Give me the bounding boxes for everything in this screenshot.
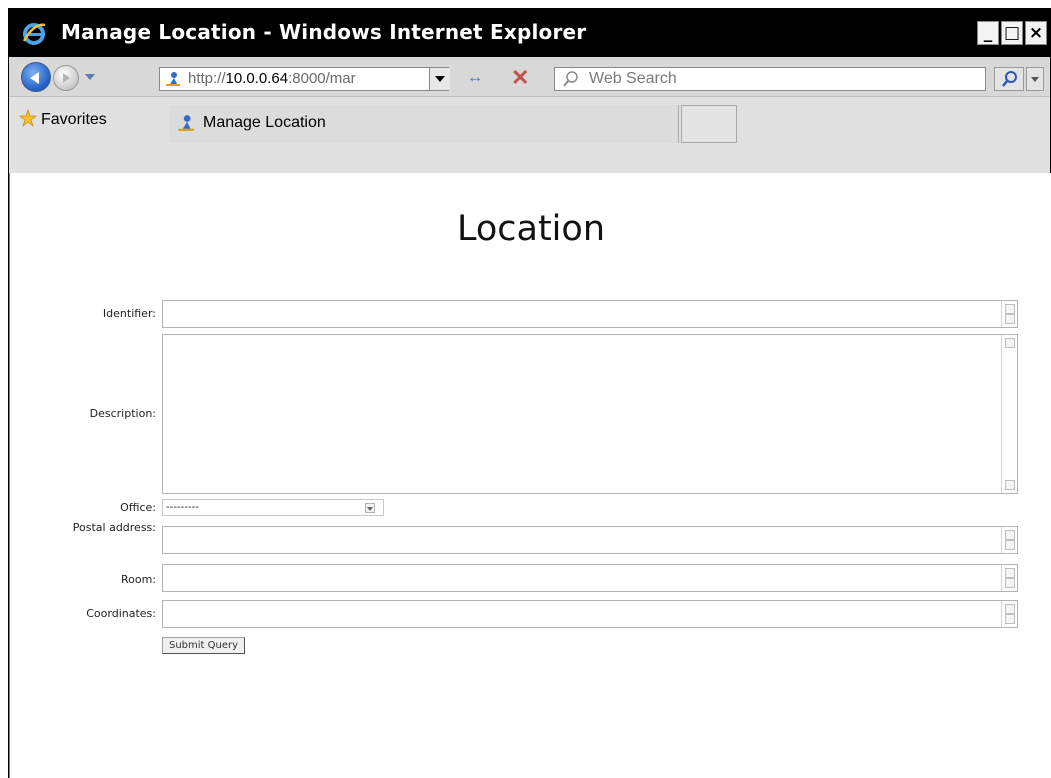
page-content: Location Identifier: Description: Office…	[9, 173, 1051, 778]
identifier-scrollbar[interactable]	[1001, 301, 1017, 327]
chevron-down-icon	[365, 503, 375, 513]
room-scrollbar[interactable]	[1001, 565, 1017, 591]
tab-manage-location[interactable]: Manage Location	[169, 105, 679, 143]
site-icon	[178, 115, 194, 131]
room-field[interactable]	[162, 564, 1018, 592]
coordinates-scrollbar[interactable]	[1001, 601, 1017, 627]
description-field[interactable]	[162, 334, 1018, 494]
coordinates-label: Coordinates:	[86, 607, 156, 620]
room-label: Room:	[120, 573, 156, 586]
submit-query-button[interactable]: Submit Query	[162, 637, 245, 654]
search-input[interactable]: Web Search	[554, 67, 986, 91]
address-dropdown-button[interactable]	[429, 68, 450, 90]
identifier-field[interactable]	[162, 300, 1018, 328]
description-label: Description:	[89, 407, 156, 420]
tab-label: Manage Location	[203, 114, 326, 131]
forward-arrow-icon[interactable]	[53, 65, 79, 91]
site-icon	[166, 72, 180, 86]
office-selected-value: ---------	[166, 501, 199, 513]
search-icon	[563, 71, 578, 87]
minimize-button[interactable]: _	[977, 21, 999, 45]
browser-window: Manage Location - Windows Internet Explo…	[8, 8, 1051, 778]
favorites-bar: Favorites Manage Location	[9, 97, 1050, 173]
identifier-label: Identifier:	[102, 307, 156, 320]
office-select[interactable]: ---------	[162, 499, 384, 516]
internet-explorer-icon	[22, 23, 46, 45]
postal-address-label: Postal address:	[72, 521, 156, 534]
postal-address-scrollbar[interactable]	[1001, 527, 1017, 553]
navigation-bar: http://10.0.0.64:8000/mar ↔ ✕ Web Search	[9, 57, 1050, 97]
title-bar: Manage Location - Windows Internet Explo…	[9, 9, 1050, 57]
refresh-icon[interactable]: ↔	[467, 69, 483, 87]
search-button[interactable]	[994, 67, 1024, 91]
search-options-button[interactable]	[1026, 67, 1044, 91]
window-title: Manage Location - Windows Internet Explo…	[61, 20, 587, 44]
address-input[interactable]: http://10.0.0.64:8000/mar	[159, 67, 449, 91]
description-scrollbar[interactable]	[1001, 335, 1017, 493]
address-url: http://10.0.0.64:8000/mar	[188, 70, 356, 87]
favorites-label: Favorites	[41, 111, 107, 128]
favorites-star-icon	[19, 109, 37, 127]
coordinates-field[interactable]	[162, 600, 1018, 628]
page-title: Location	[456, 209, 606, 249]
history-dropdown-icon[interactable]	[85, 74, 95, 80]
new-tab-button[interactable]	[681, 105, 737, 143]
stop-icon[interactable]: ✕	[511, 65, 529, 91]
back-arrow-icon[interactable]	[21, 62, 51, 92]
favorites-button[interactable]: Favorites	[19, 109, 107, 129]
office-label: Office:	[120, 501, 156, 514]
maximize-button[interactable]: □	[1001, 21, 1023, 45]
postal-address-field[interactable]	[162, 526, 1018, 554]
search-placeholder: Web Search	[589, 70, 677, 87]
magnifier-icon	[1002, 71, 1017, 87]
close-button[interactable]: ×	[1025, 21, 1047, 45]
